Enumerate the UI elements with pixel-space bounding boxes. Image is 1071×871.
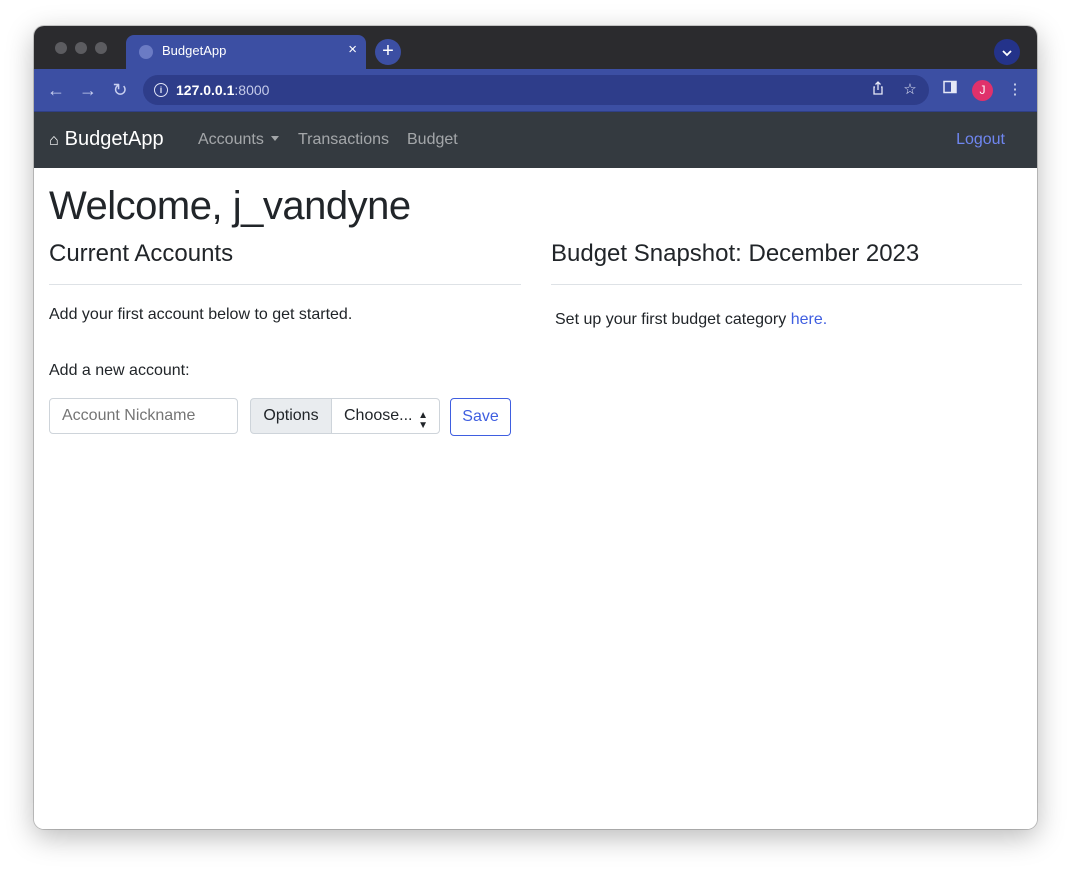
house-icon: ⌂ [49,132,59,149]
welcome-heading: Welcome, j_vandyne [49,184,411,228]
side-panel-glyph [943,80,957,94]
logout-link[interactable]: Logout [956,131,1005,149]
save-account-button[interactable]: Save [450,398,511,436]
url-text[interactable]: 127.0.0.1:8000 [176,82,269,98]
caret-down-icon [270,136,279,141]
budget-divider [551,284,1022,285]
tab-title: BudgetApp [162,43,227,58]
nav-transactions-link[interactable]: Transactions [298,131,389,149]
back-arrow-icon[interactable]: ← [45,79,67,101]
accounts-empty-message: Add your first account below to get star… [49,306,353,323]
url-host: 127.0.0.1 [176,82,235,98]
account-type-select-value: Choose... [344,407,413,424]
select-arrows-icon: ▲ ▼ [418,410,428,431]
reload-icon[interactable]: ↻ [109,79,131,101]
browser-toolbar: ← → ↻ i 127.0.0.1:8000 ☆ J ⋮ [34,69,1037,112]
account-nickname-input[interactable] [49,398,238,434]
profile-avatar[interactable]: J [972,80,993,101]
nav-budget-link[interactable]: Budget [407,131,458,149]
budget-snapshot-heading: Budget Snapshot: December 2023 [551,240,920,267]
bookmark-star-icon[interactable]: ☆ [901,81,919,99]
globe-icon [139,45,153,59]
address-bar[interactable]: i 127.0.0.1:8000 ☆ [143,75,929,105]
more-menu-icon[interactable]: ⋮ [1004,79,1026,101]
app-navbar: ⌂ BudgetApp Accounts Transactions Budget … [34,112,1037,168]
tab-bar: BudgetApp × + [34,26,1037,69]
share-icon-glyph [873,81,883,95]
window-zoom-dot[interactable] [95,42,107,54]
share-icon[interactable] [869,81,887,99]
budget-setup-text: Set up your first budget category [555,311,791,328]
main-content: Welcome, j_vandyne Current Accounts Add … [34,168,1037,829]
tab-search-button[interactable] [994,39,1020,65]
chevron-down-icon [1002,50,1012,57]
forward-arrow-icon[interactable]: → [77,79,99,101]
options-addon-label: Options [250,398,332,434]
browser-tab[interactable]: BudgetApp × [126,35,366,69]
window-minimize-dot[interactable] [75,42,87,54]
nav-accounts-label: Accounts [198,131,264,148]
tab-close-icon[interactable]: × [348,41,357,58]
budget-setup-link[interactable]: here. [791,311,827,328]
current-accounts-heading: Current Accounts [49,240,234,267]
side-panel-icon[interactable] [939,79,961,101]
add-account-label: Add a new account: [49,362,190,379]
account-type-select[interactable]: Choose... ▲ ▼ [331,398,440,434]
brand-label: BudgetApp [64,128,164,150]
nav-accounts-dropdown[interactable]: Accounts [198,131,279,149]
browser-window: BudgetApp × + ← → ↻ i 127.0.0.1:8000 ☆ J… [34,26,1037,829]
accounts-divider [49,284,521,285]
info-icon[interactable]: i [154,83,168,97]
url-port: :8000 [234,82,270,98]
budget-setup-message: Set up your first budget category here. [555,311,827,329]
window-close-dot[interactable] [55,42,67,54]
navbar-brand[interactable]: ⌂ BudgetApp [49,128,164,151]
new-tab-button[interactable]: + [375,39,401,65]
